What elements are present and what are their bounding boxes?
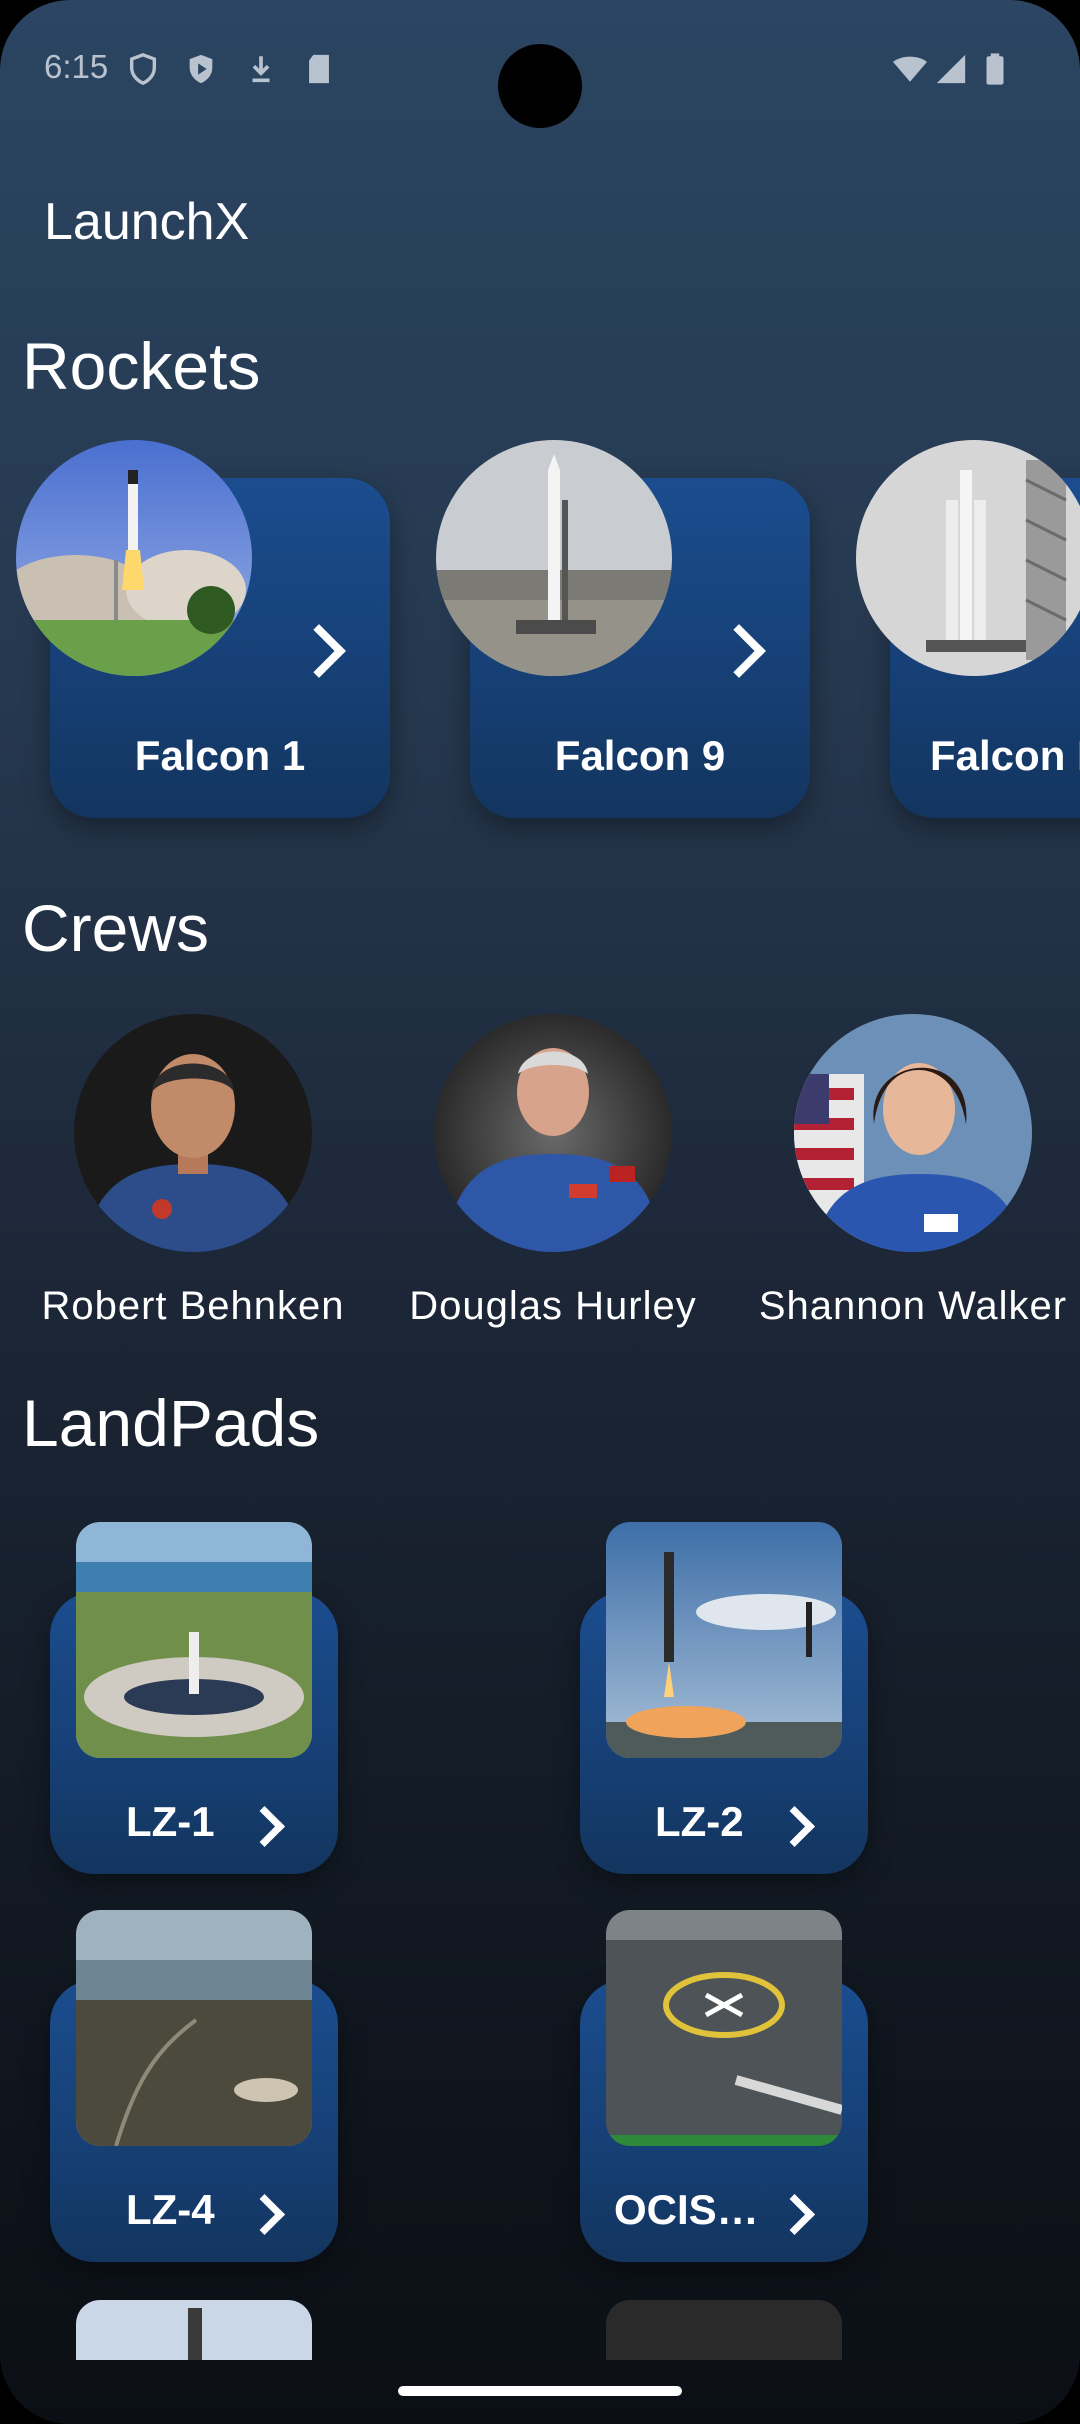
- landpad-image-partial: [76, 2300, 312, 2360]
- crew-photo-shannon-walker[interactable]: [794, 1014, 1032, 1252]
- wifi-icon: [893, 56, 927, 82]
- app-title: LaunchX: [44, 193, 250, 251]
- shield-icon: [129, 53, 157, 86]
- crew-photo-douglas-hurley[interactable]: [434, 1014, 672, 1252]
- rockets-section-title: Rockets: [22, 329, 261, 403]
- status-time: 6:15: [44, 48, 109, 85]
- signal-icon: [936, 54, 966, 84]
- landpad-name: LZ-4: [126, 2186, 215, 2233]
- rocket-image-falcon-9: [436, 440, 672, 676]
- landpad-name: LZ-2: [655, 1798, 744, 1845]
- app-screen: 6:15 LaunchX Rockets Falcon 1 Falcon 9 F…: [0, 0, 1080, 2424]
- landpad-name: OCIS…: [614, 2186, 759, 2233]
- rocket-image-falcon-heavy: [856, 440, 1080, 676]
- crews-section-title: Crews: [22, 891, 210, 965]
- landpad-image-partial: [606, 2300, 842, 2360]
- download-icon: [252, 56, 270, 83]
- rocket-image-falcon-1: [16, 440, 252, 676]
- landpad-name: LZ-1: [126, 1798, 215, 1845]
- crew-name: Robert Behnken: [41, 1284, 345, 1328]
- home-indicator[interactable]: [398, 2386, 682, 2396]
- landpad-image-lz-1: [76, 1522, 312, 1758]
- play-protect-icon: [189, 54, 213, 84]
- landpad-image-lz-2: [606, 1522, 842, 1758]
- crew-photo-robert-behnken[interactable]: [74, 1014, 312, 1252]
- crew-name: Shannon Walker: [758, 1284, 1068, 1328]
- rocket-name: Falcon 1: [134, 732, 306, 779]
- landpads-section-title: LandPads: [22, 1386, 320, 1460]
- landpad-image-lz-4: [76, 1910, 312, 2146]
- sd-card-icon: [309, 54, 329, 84]
- rocket-name: Falcon Heavy: [930, 732, 1080, 779]
- rocket-name: Falcon 9: [554, 732, 726, 779]
- crew-name: Douglas Hurley: [409, 1284, 697, 1328]
- landpad-image-ocisly: [606, 1910, 842, 2146]
- battery-icon: [986, 53, 1004, 85]
- camera-cutout: [498, 44, 582, 128]
